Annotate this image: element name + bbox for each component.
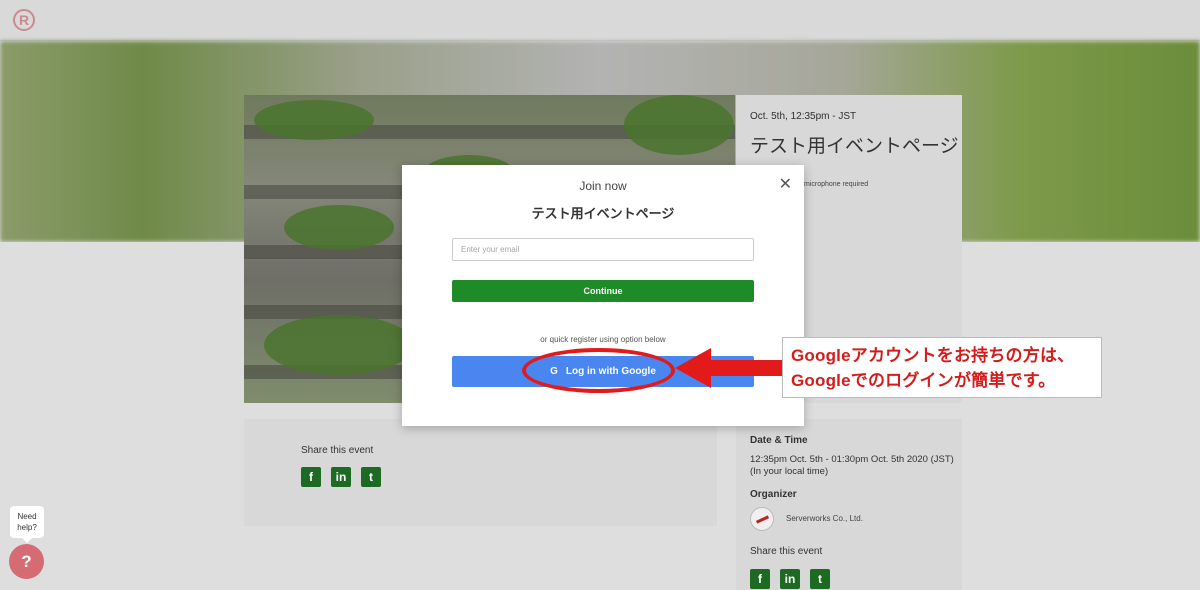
details-share-title: Share this event [750,546,823,557]
modal-heading: Join now [579,179,627,193]
event-details-card: Date & Time 12:35pm Oct. 5th - 01:30pm O… [736,419,962,590]
brand-logo[interactable]: R [13,9,35,31]
organizer-avatar [750,507,774,531]
date-time-text: 12:35pm Oct. 5th - 01:30pm Oct. 5th 2020… [750,454,954,477]
continue-button[interactable]: Continue [452,280,754,302]
event-title: テスト用イベントページ [750,136,959,157]
details-social-links: f in t [750,569,830,589]
facebook-icon[interactable]: f [750,569,770,589]
linkedin-icon[interactable]: in [331,467,351,487]
linkedin-icon[interactable]: in [780,569,800,589]
facebook-icon[interactable]: f [301,467,321,487]
organizer-label: Organizer [750,489,797,500]
mic-note: microphone required [804,181,869,188]
quick-register-text: or quick register using option below [540,335,666,344]
need-help-tooltip: Need help? [10,506,44,543]
email-input[interactable] [452,238,754,261]
annotation-callout: Googleアカウントをお持ちの方は、 Googleでのログインが簡単です。 [782,337,1102,398]
top-bar: R [0,0,1200,41]
date-time-label: Date & Time [750,435,808,446]
annotation-arrow [675,348,785,388]
share-card: Share this event f in t [244,419,717,526]
modal-event-title: テスト用イベントページ [531,206,675,221]
share-title: Share this event [301,445,374,456]
organizer-name[interactable]: Serverworks Co., Ltd. [786,514,863,523]
annotation-line-1: Googleアカウントをお持ちの方は、 [791,346,1075,365]
event-date: Oct. 5th, 12:35pm - JST [750,111,857,122]
twitter-icon[interactable]: t [810,569,830,589]
annotation-highlight-oval [522,348,675,393]
annotation-line-2: Googleでのログインが簡単です。 [791,371,1056,390]
social-links: f in t [301,467,381,487]
help-button[interactable]: ? [9,544,44,579]
twitter-icon[interactable]: t [361,467,381,487]
